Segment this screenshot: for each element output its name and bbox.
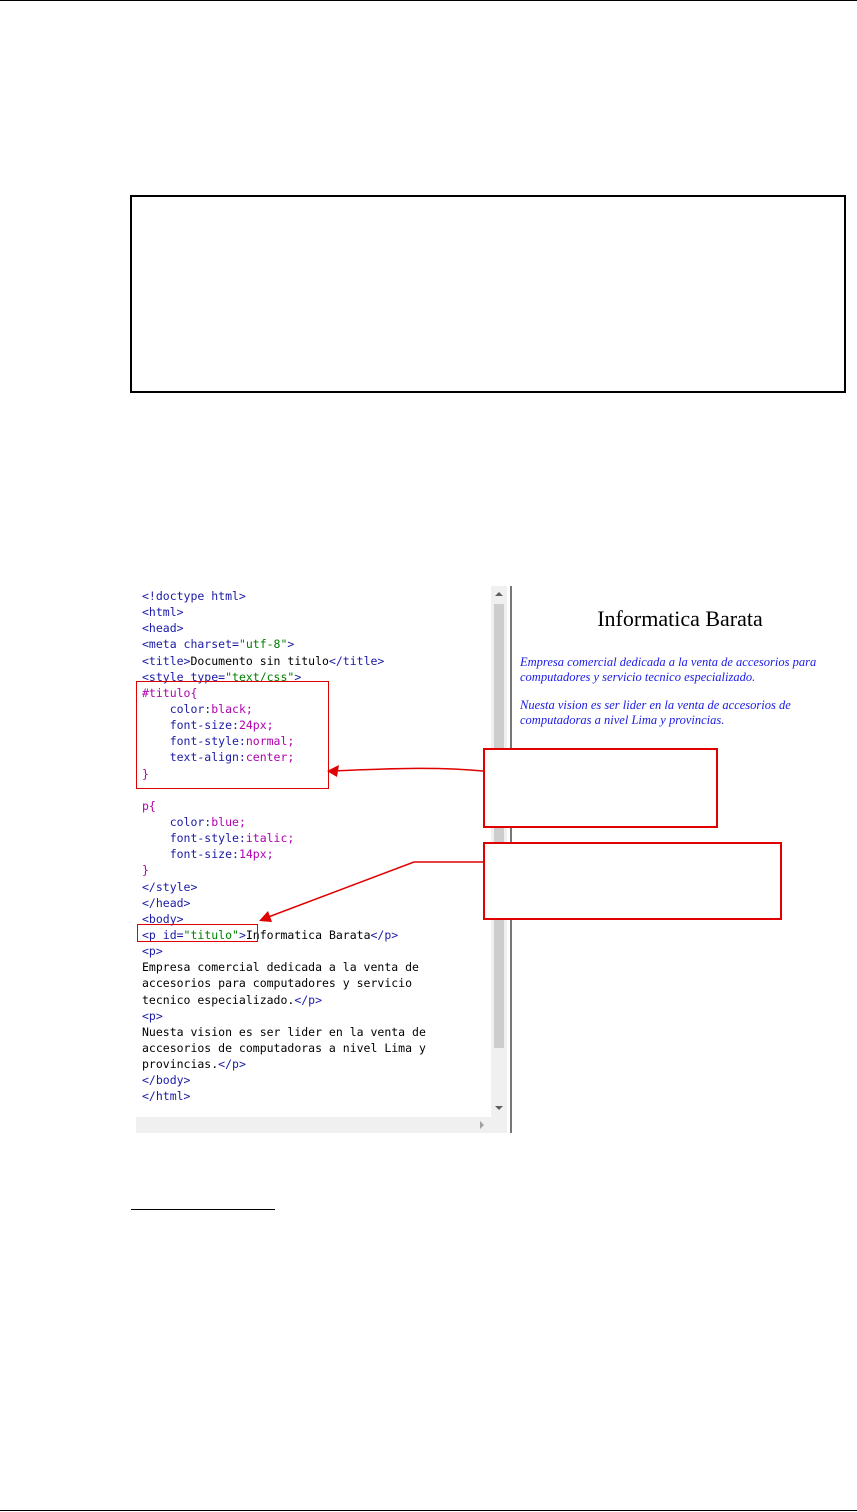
code-line[interactable]: accesorios para computadores y servicio xyxy=(136,975,491,991)
preview-paragraph-2: Nuesta vision es ser lider en la venta d… xyxy=(520,698,791,727)
code-token: <html> xyxy=(142,605,184,620)
code-line[interactable]: </html> xyxy=(136,1088,491,1104)
code-token: </head> xyxy=(142,895,191,910)
callout-box-2 xyxy=(483,842,782,920)
code-line[interactable]: </style> xyxy=(136,879,491,895)
code-token: Informatica Barata xyxy=(245,927,371,942)
code-token: p{ xyxy=(142,798,156,813)
horizontal-scrollbar[interactable] xyxy=(136,1117,491,1133)
code-line[interactable]: <p> xyxy=(136,1008,491,1024)
code-token: accesorios para computadores y servicio xyxy=(142,976,413,991)
code-line[interactable]: color:blue; xyxy=(136,814,491,830)
highlight-p-id-tag xyxy=(137,924,258,942)
code-line[interactable]: <!doctype html> xyxy=(136,588,491,604)
code-line[interactable]: font-size:14px; xyxy=(136,846,491,862)
code-line[interactable]: <p> xyxy=(136,943,491,959)
scroll-down-icon[interactable] xyxy=(495,1106,503,1110)
code-token: </style> xyxy=(142,879,198,894)
code-line[interactable]: <title>Documento sin titulo</title> xyxy=(136,653,491,669)
code-token: accesorios de computadoras a nivel Lima … xyxy=(142,1040,426,1055)
code-token: <p> xyxy=(142,944,163,959)
highlight-titulo-rule xyxy=(136,681,329,789)
empty-framed-box xyxy=(130,195,846,393)
code-token: > xyxy=(287,637,295,652)
underlined-blank xyxy=(131,1209,275,1210)
code-token: </title> xyxy=(328,653,385,668)
page-top-rule xyxy=(0,0,857,1)
code-token: <title> xyxy=(142,653,191,668)
callout-box-1 xyxy=(483,748,718,828)
code-line[interactable]: </head> xyxy=(136,895,491,911)
scroll-up-icon[interactable] xyxy=(495,592,503,596)
code-line[interactable]: provincias.</p> xyxy=(136,1056,491,1072)
code-token: <!doctype html> xyxy=(142,589,246,603)
code-line[interactable]: </body> xyxy=(136,1072,491,1088)
preview-title: Informatica Barata xyxy=(597,606,763,631)
code-line[interactable]: } xyxy=(136,862,491,878)
code-token: color: xyxy=(142,814,212,829)
code-token: <meta charset= xyxy=(142,637,239,652)
code-token: italic; xyxy=(245,831,295,846)
code-token: "utf-8" xyxy=(238,637,288,652)
code-line[interactable]: <html> xyxy=(136,604,491,620)
code-token: </body> xyxy=(142,1073,191,1088)
code-line[interactable]: Nuesta vision es ser lider en la venta d… xyxy=(136,1024,491,1040)
code-line[interactable]: <meta charset="utf-8"> xyxy=(136,636,491,652)
code-line[interactable]: accesorios de computadoras a nivel Lima … xyxy=(136,1040,491,1056)
code-line[interactable]: <head> xyxy=(136,620,491,636)
code-token: Nuesta vision es ser lider en la venta d… xyxy=(142,1024,426,1039)
code-editor[interactable]: <!doctype html> <html> <head> <meta charset… xyxy=(136,586,491,1117)
code-token: font-size: xyxy=(142,847,239,862)
code-token: </p> xyxy=(370,927,399,942)
code-token: 14px; xyxy=(238,847,274,862)
code-token: <p> xyxy=(142,1008,163,1023)
page-bottom-rule xyxy=(0,1510,857,1511)
scroll-right-icon[interactable] xyxy=(480,1121,484,1129)
code-token: } xyxy=(142,863,149,878)
code-token: Documento sin titulo xyxy=(190,653,329,668)
code-token: provincias. xyxy=(142,1057,219,1072)
code-line[interactable]: Empresa comercial dedicada a la venta de xyxy=(136,959,491,975)
code-token: blue; xyxy=(211,814,246,829)
code-line[interactable]: font-style:italic; xyxy=(136,830,491,846)
code-token: </p> xyxy=(294,992,323,1007)
code-token: Empresa comercial dedicada a la venta de xyxy=(142,960,419,975)
code-token: tecnico especializado. xyxy=(142,992,295,1007)
code-token: </html> xyxy=(142,1089,191,1104)
code-token: </p> xyxy=(218,1057,246,1072)
code-line[interactable]: p{ xyxy=(136,798,491,814)
code-line[interactable]: tecnico especializado.</p> xyxy=(136,992,491,1008)
preview-paragraph-1: Empresa comercial dedicada a la venta de… xyxy=(520,655,817,684)
scrollbar-corner xyxy=(491,1117,507,1133)
code-token: font-style: xyxy=(142,831,246,846)
code-token: <head> xyxy=(142,621,184,636)
